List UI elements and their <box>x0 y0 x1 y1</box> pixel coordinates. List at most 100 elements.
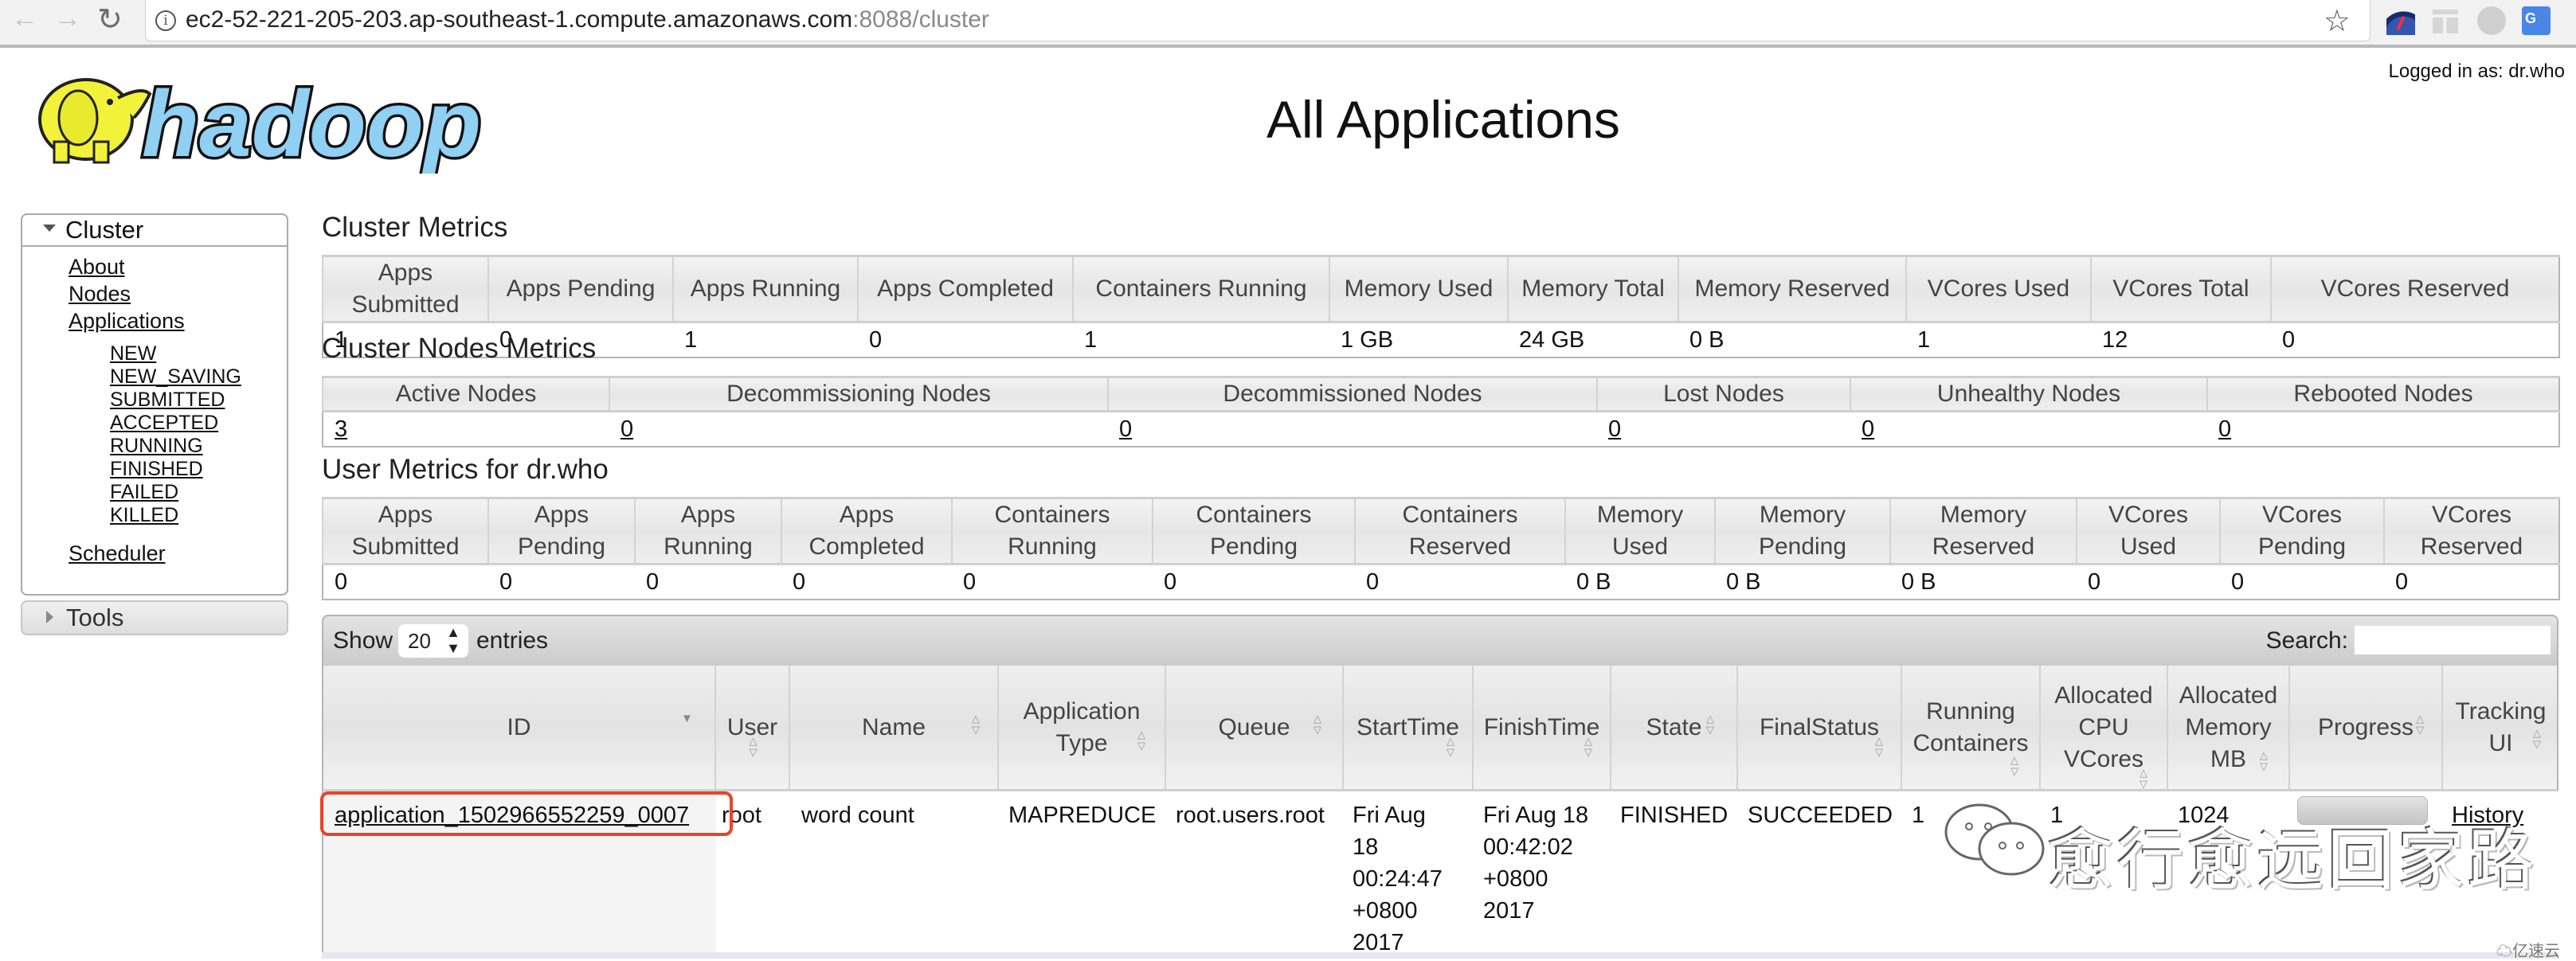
cluster-metric-header: Memory Used <box>1329 256 1508 323</box>
cluster-metric-value: 0 B <box>1678 322 1906 357</box>
finishtime-line: Fri Aug 18 <box>1483 803 1589 828</box>
user-metric-header: Containers Pending <box>1152 498 1355 565</box>
column-header-allocated-memory-mb[interactable]: Allocated Memory MB <box>2167 666 2288 789</box>
user-metric-header-line: Apps <box>534 502 589 528</box>
user-metric-value: 0 <box>2220 564 2384 600</box>
cluster-metric-header: VCores Reserved <box>2270 256 2559 323</box>
node-metric-link[interactable]: 0 <box>1862 416 1874 442</box>
user-metric-header: Containers Reserved <box>1354 498 1565 565</box>
sidebar-tools-header[interactable]: Tools <box>21 600 288 635</box>
bookmark-star-icon[interactable]: ☆ <box>2323 3 2351 39</box>
user-metric-header-line: Apps <box>680 502 736 528</box>
sort-both-icon <box>2258 750 2269 772</box>
cluster-metric-header: VCores Used <box>1905 256 2091 323</box>
column-header-allocated-cpu-vcores[interactable]: Allocated CPU VCores <box>2039 666 2167 789</box>
sort-both-icon <box>1705 713 1716 736</box>
user-metric-value: 0 <box>781 564 952 600</box>
column-header-label: Progress <box>2318 712 2414 744</box>
speedometer-extension-icon[interactable] <box>2386 6 2415 35</box>
sidebar-cluster-label: Cluster <box>65 216 144 244</box>
user-metric-header: Apps Pending <box>487 498 635 565</box>
cluster-metric-header: Apps Pending <box>487 256 673 323</box>
column-header-running-containers[interactable]: Running Containers <box>1901 666 2039 789</box>
column-header-tracking-ui[interactable]: Tracking UI <box>2441 666 2558 789</box>
sort-both-icon <box>1445 736 1456 758</box>
node-metric-link[interactable]: 0 <box>1608 416 1621 442</box>
node-metric-cell: 0 <box>2207 411 2559 447</box>
column-header-id[interactable]: ID <box>323 666 714 789</box>
sort-both-icon <box>2009 755 2020 777</box>
app-type-cell: MAPREDUCE <box>1008 803 1157 828</box>
column-header-label: Name <box>862 712 926 744</box>
column-header-starttime[interactable]: StartTime <box>1342 666 1472 789</box>
hadoop-logo[interactable]: hadoop <box>22 62 500 174</box>
sidebar-link-state-finished[interactable]: FINISHED <box>110 458 203 481</box>
user-metric-header-line: VCores <box>2261 502 2343 528</box>
sidebar-cluster-header[interactable]: Cluster <box>22 215 287 247</box>
sidebar-link-state-submitted[interactable]: SUBMITTED <box>110 389 225 412</box>
cluster-metric-value: 0 <box>858 322 1073 357</box>
cluster-metric-header: Containers Running <box>1072 256 1329 323</box>
back-icon[interactable]: ← <box>11 3 38 34</box>
sidebar-link-state-new[interactable]: NEW <box>110 342 156 365</box>
node-metric-header: Active Nodes <box>322 377 609 412</box>
node-metric-link[interactable]: 3 <box>335 416 347 442</box>
column-header-label-line: Running <box>1926 697 2015 725</box>
sort-both-icon <box>2138 768 2149 790</box>
chat-extension-icon[interactable] <box>2477 6 2506 35</box>
column-header-progress[interactable]: Progress <box>2288 666 2441 789</box>
sidebar-link-scheduler[interactable]: Scheduler <box>69 541 166 566</box>
logged-in-user: Logged in as: dr.who <box>2388 61 2566 82</box>
user-metric-value: 0 B <box>1890 564 2077 600</box>
user-metric-header-line: Used <box>1611 533 1669 560</box>
node-metric-header: Decommissioned Nodes <box>1107 377 1597 412</box>
user-metric-header-line: Memory <box>1596 502 1684 528</box>
column-header-label-line: Allocated <box>2179 682 2278 709</box>
column-header-application-type[interactable]: Application Type <box>997 666 1165 789</box>
column-header-label: Allocated CPU VCores <box>2054 680 2152 775</box>
reader-extension-icon[interactable] <box>2433 6 2461 35</box>
sidebar-link-state-running[interactable]: RUNNING <box>110 435 203 458</box>
user-metric-value: 0 <box>952 564 1153 600</box>
sidebar-link-state-killed[interactable]: KILLED <box>110 504 178 527</box>
user-metric-value: 0 <box>2384 564 2559 600</box>
page-size-select[interactable]: 20 ▲ ▼ <box>398 624 468 658</box>
google-translate-icon[interactable]: G <box>2522 6 2551 35</box>
app-state-cell: FINISHED <box>1620 803 1728 828</box>
sidebar-link-state-failed[interactable]: FAILED <box>110 481 178 504</box>
column-header-queue[interactable]: Queue <box>1165 666 1342 789</box>
sidebar-link-state-accepted[interactable]: ACCEPTED <box>110 412 218 435</box>
sidebar-link-state-new-saving[interactable]: NEW_SAVING <box>110 365 241 389</box>
info-icon[interactable]: i <box>155 10 176 31</box>
user-metric-header-line: Pending <box>2257 533 2347 560</box>
user-metric-header-line: Reserved <box>1408 533 1512 560</box>
node-metric-link[interactable]: 0 <box>1119 416 1132 442</box>
starttime-line: 00:24:47 <box>1353 866 1443 892</box>
node-metric-header: Decommissioning Nodes <box>609 377 1108 412</box>
cluster-metric-value: 1 GB <box>1329 322 1508 357</box>
user-metric-header: Memory Pending <box>1714 498 1890 565</box>
user-metric-header: Containers Running <box>951 498 1153 565</box>
column-header-label-line: Allocated <box>2054 682 2153 709</box>
url-text[interactable]: ec2-52-221-205-203.ap-southeast-1.comput… <box>186 6 989 33</box>
node-metric-link[interactable]: 0 <box>2218 416 2231 442</box>
address-bar[interactable]: i ec2-52-221-205-203.ap-southeast-1.comp… <box>145 0 2370 41</box>
sidebar-link-about[interactable]: About <box>69 255 125 279</box>
logo-wordmark: hadoop <box>142 72 481 174</box>
column-header-finishtime[interactable]: FinishTime <box>1472 666 1610 789</box>
column-header-name[interactable]: Name <box>789 666 997 789</box>
node-metric-link[interactable]: 0 <box>621 416 633 442</box>
node-metric-cell: 0 <box>1597 411 1850 447</box>
column-header-user[interactable]: User <box>714 666 789 789</box>
column-header-finalstatus[interactable]: FinalStatus <box>1736 666 1901 789</box>
column-header-state[interactable]: State <box>1610 666 1736 789</box>
sidebar-link-applications[interactable]: Applications <box>69 309 185 334</box>
column-header-label-line: Name <box>861 713 926 740</box>
sort-both-icon <box>1873 736 1885 758</box>
node-metric-cell: 0 <box>1108 411 1597 447</box>
reload-icon[interactable]: ↻ <box>97 2 123 37</box>
search-input[interactable] <box>2355 626 2551 654</box>
sidebar-link-nodes[interactable]: Nodes <box>69 282 131 307</box>
forward-icon[interactable]: → <box>54 3 81 34</box>
cluster-metric-value: 1 <box>1073 322 1329 357</box>
